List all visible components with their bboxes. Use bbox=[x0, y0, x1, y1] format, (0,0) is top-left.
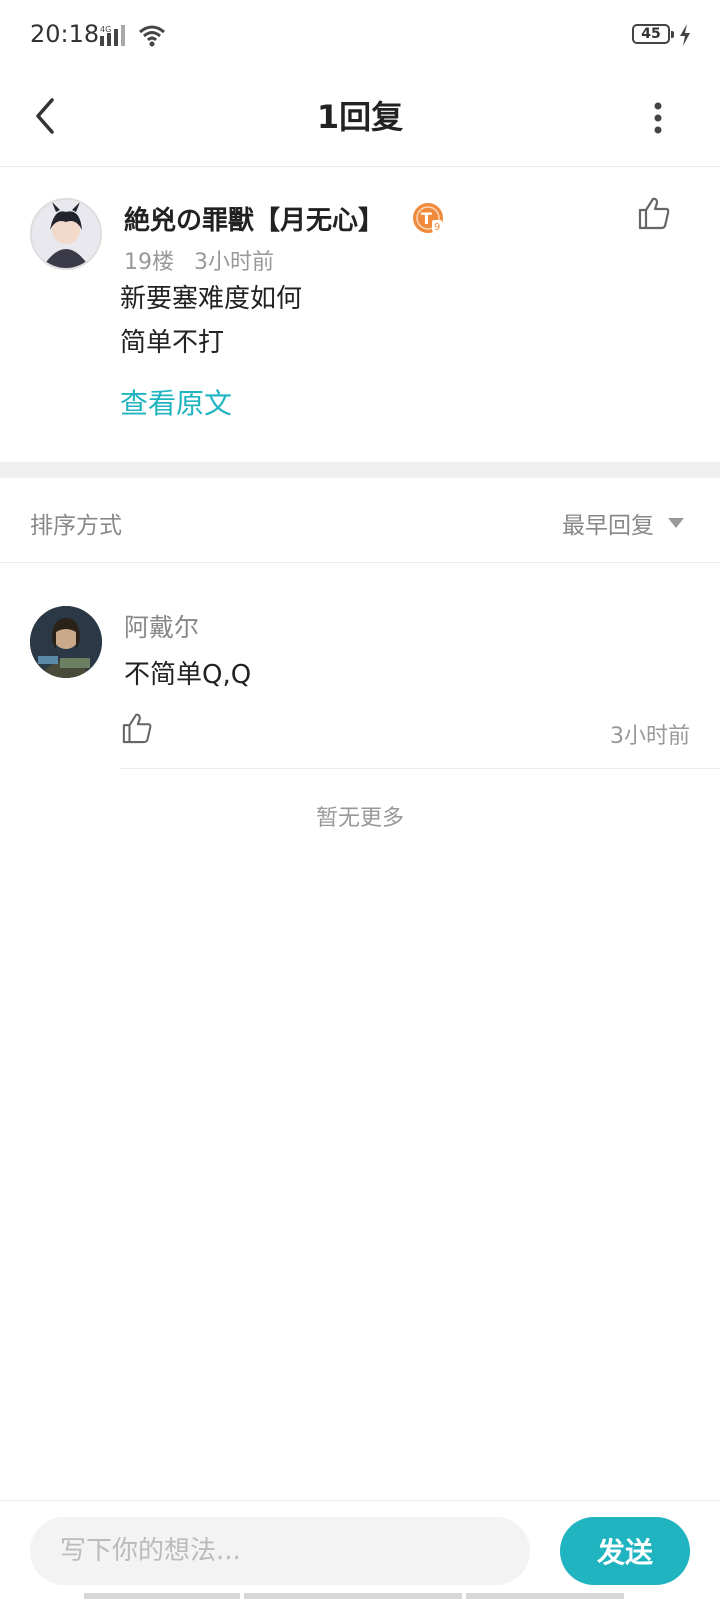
wifi-icon bbox=[139, 25, 165, 47]
charging-icon bbox=[680, 24, 690, 46]
more-menu-icon[interactable] bbox=[650, 98, 666, 138]
nav-hint-bar bbox=[84, 1593, 240, 1599]
nav-hint-bar bbox=[466, 1593, 624, 1599]
like-icon[interactable] bbox=[638, 196, 670, 230]
view-original-link[interactable]: 查看原文 bbox=[120, 382, 232, 422]
like-icon[interactable] bbox=[122, 712, 152, 744]
reply-item: 阿戴尔 不简单Q,Q 3小时前 bbox=[0, 562, 720, 769]
signal-4g-icon: 4G bbox=[100, 25, 125, 46]
divider bbox=[120, 768, 720, 769]
post-meta: 19楼 3小时前 bbox=[124, 244, 294, 276]
reply-author-avatar[interactable] bbox=[30, 606, 102, 678]
sort-label: 排序方式 bbox=[30, 513, 122, 539]
post-time: 3小时前 bbox=[194, 250, 274, 275]
battery-icon: 45 bbox=[632, 24, 674, 44]
section-divider bbox=[0, 462, 720, 478]
sort-bar: 排序方式 最早回复 bbox=[0, 478, 720, 563]
page-title: 1回复 bbox=[316, 98, 404, 136]
status-bar: 20:18 4G 45 bbox=[0, 0, 720, 70]
post-text-line: 新要塞难度如何 bbox=[120, 284, 303, 314]
post-text-line: 简单不打 bbox=[120, 328, 225, 358]
avatar-image bbox=[32, 200, 100, 268]
sort-dropdown[interactable]: 最早回复 bbox=[562, 506, 654, 540]
reply-text: 不简单Q,Q bbox=[124, 660, 252, 690]
svg-text:9: 9 bbox=[434, 222, 440, 233]
post-author-avatar[interactable] bbox=[30, 198, 102, 270]
nav-hint-bar bbox=[244, 1593, 462, 1599]
svg-text:4G: 4G bbox=[100, 25, 111, 34]
status-time: 20:18 bbox=[30, 20, 100, 48]
avatar-image bbox=[30, 606, 102, 678]
original-post: 絶兇の罪獸【月无心】 T 9 19楼 3小时前 新要塞难度如何 简单不打 查看原文 bbox=[0, 166, 720, 462]
send-button[interactable]: 发送 bbox=[560, 1517, 690, 1585]
no-more-label: 暂无更多 bbox=[315, 806, 404, 831]
caret-down-icon[interactable] bbox=[668, 518, 684, 528]
reply-time: 3小时前 bbox=[610, 724, 690, 749]
svg-text:T: T bbox=[421, 209, 432, 228]
reply-input[interactable] bbox=[30, 1517, 530, 1585]
title-bar: 1回复 bbox=[0, 70, 720, 167]
level-badge-icon: T 9 bbox=[413, 203, 443, 233]
composer-bar: 发送 bbox=[0, 1500, 720, 1601]
post-floor: 19楼 bbox=[124, 250, 174, 275]
reply-author-name[interactable]: 阿戴尔 bbox=[124, 608, 199, 644]
post-author-name[interactable]: 絶兇の罪獸【月无心】 bbox=[124, 200, 384, 237]
